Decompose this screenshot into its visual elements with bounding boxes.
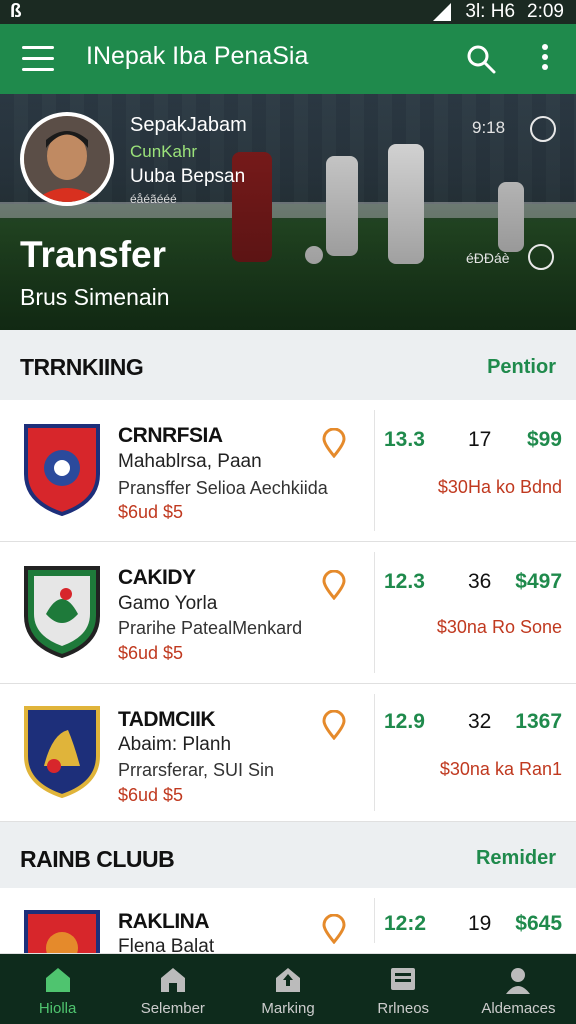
section-action[interactable]: Remider bbox=[476, 847, 556, 870]
time-label: éÐÐáè bbox=[466, 250, 510, 266]
time-label: 9:18 bbox=[472, 118, 506, 137]
status-time: 2:09 bbox=[527, 1, 564, 22]
upload-icon bbox=[276, 968, 300, 992]
price-text: $6ud $5 bbox=[118, 785, 184, 805]
club-name: CRNRFSIA bbox=[118, 424, 223, 447]
nav-label: Selember bbox=[140, 1000, 205, 1017]
player-club: Uuba Bepsan bbox=[130, 166, 246, 187]
location-pin-icon[interactable] bbox=[322, 428, 346, 458]
check-circle-icon[interactable] bbox=[528, 244, 554, 270]
stat-value: 36 bbox=[468, 570, 492, 593]
club-subtitle: Gamo Yorla bbox=[118, 593, 218, 614]
status-right: 3l: H6 bbox=[465, 1, 516, 22]
club-crest-icon bbox=[24, 910, 100, 953]
location-pin-icon[interactable] bbox=[322, 570, 346, 600]
hero-banner[interactable]: SepakJabam CunKahr Uuba Bepsan éåéãééé 9… bbox=[0, 94, 576, 330]
player-name: SepakJabam bbox=[130, 114, 247, 136]
avatar[interactable] bbox=[20, 112, 114, 206]
hero-headline: Transfer bbox=[20, 234, 167, 275]
club-crest-icon bbox=[24, 424, 100, 516]
stat-value: 19 bbox=[468, 912, 492, 935]
stat-value: $99 bbox=[526, 428, 562, 451]
status-bar: ß 3l: H6 2:09 bbox=[0, 0, 576, 24]
house-icon bbox=[160, 968, 185, 992]
nav-label: Hiolla bbox=[38, 1000, 77, 1017]
price-text: $6ud $5 bbox=[118, 643, 184, 663]
section-header: RAINB CLUUB Remider bbox=[0, 822, 576, 888]
stat-value: 1367 bbox=[515, 710, 562, 733]
fee-text: $30na ka Ran1 bbox=[439, 759, 562, 779]
fee-text: $30Ha ko Bdnd bbox=[437, 477, 562, 497]
nav-item-selember[interactable]: Selember bbox=[115, 954, 230, 1024]
profile-icon bbox=[506, 968, 531, 994]
club-subtitle: Abaim: Planh bbox=[118, 734, 232, 755]
menu-icon[interactable] bbox=[22, 46, 54, 72]
status-left: ß bbox=[10, 1, 22, 22]
club-crest-icon bbox=[24, 566, 100, 658]
list-item[interactable]: CRNRFSIA Mahablrsa, Paan Pransffer Selio… bbox=[0, 400, 576, 542]
nav-item-home[interactable]: Hiolla bbox=[0, 954, 115, 1024]
transfer-desc: Prarihe PatealMenkard bbox=[118, 618, 303, 638]
transfer-desc: Prrarsferar, SUI Sin bbox=[118, 760, 275, 780]
player-role: CunKahr bbox=[130, 142, 198, 161]
nav-label: Aldemaces bbox=[481, 1000, 556, 1017]
bottom-nav: Hiolla Selember Marking Rrlneos Aldemace… bbox=[0, 954, 576, 1024]
club-subtitle: Flena Balat bbox=[118, 936, 215, 954]
list-item[interactable]: TADMCIIK Abaim: Planh Prrarsferar, SUI S… bbox=[0, 684, 576, 822]
list-item[interactable]: RAKLINA Flena Balat 12:2 19 $645 bbox=[0, 888, 576, 954]
location-pin-icon[interactable] bbox=[322, 710, 346, 740]
search-icon[interactable] bbox=[466, 44, 496, 74]
nav-label: Marking bbox=[261, 1000, 315, 1017]
club-name: RAKLINA bbox=[118, 910, 210, 933]
section-title: TRRNKIING bbox=[20, 354, 144, 380]
app-bar: INepak Iba PenaSia bbox=[0, 24, 576, 94]
list-item[interactable]: CAKIDY Gamo Yorla Prarihe PatealMenkard … bbox=[0, 542, 576, 684]
transfer-desc: Pransffer Selioa Aechkiida bbox=[118, 478, 328, 498]
nav-item-news[interactable]: Rrlneos bbox=[346, 954, 461, 1024]
club-subtitle: Mahablrsa, Paan bbox=[118, 451, 262, 472]
hero-subline: Brus Simenain bbox=[20, 284, 170, 310]
nav-item-marking[interactable]: Marking bbox=[230, 954, 345, 1024]
nav-label: Rrlneos bbox=[377, 1000, 430, 1017]
app-title: INepak Iba PenaSia bbox=[86, 42, 309, 70]
section-action[interactable]: Pentior bbox=[487, 356, 556, 379]
check-circle-icon[interactable] bbox=[530, 116, 556, 142]
stat-value: $497 bbox=[515, 570, 562, 593]
stat-value: 12:2 bbox=[384, 912, 427, 935]
club-name: CAKIDY bbox=[118, 566, 196, 589]
section-header: TRRNKIING Pentior bbox=[0, 330, 576, 400]
nav-item-profile[interactable]: Aldemaces bbox=[461, 954, 576, 1024]
club-name: TADMCIIK bbox=[118, 708, 216, 731]
more-options-icon[interactable] bbox=[540, 44, 550, 74]
section-title: RAINB CLUUB bbox=[20, 846, 175, 872]
news-icon bbox=[391, 968, 416, 990]
stat-value: 17 bbox=[468, 428, 492, 451]
player-portrait bbox=[24, 116, 110, 202]
stat-value: 12.3 bbox=[384, 570, 425, 593]
fee-text: $30na Ro Sone bbox=[436, 617, 562, 637]
stat-value: 12.9 bbox=[384, 710, 425, 733]
stat-value: 32 bbox=[468, 710, 492, 733]
player-meta: éåéãééé bbox=[130, 192, 177, 206]
stat-value: $645 bbox=[515, 912, 562, 935]
club-crest-icon bbox=[24, 706, 100, 798]
stat-value: 13.3 bbox=[384, 428, 425, 451]
price-text: $6ud $5 bbox=[118, 502, 184, 522]
signal-icon bbox=[433, 3, 452, 21]
home-icon bbox=[45, 968, 70, 992]
location-pin-icon[interactable] bbox=[322, 914, 346, 944]
